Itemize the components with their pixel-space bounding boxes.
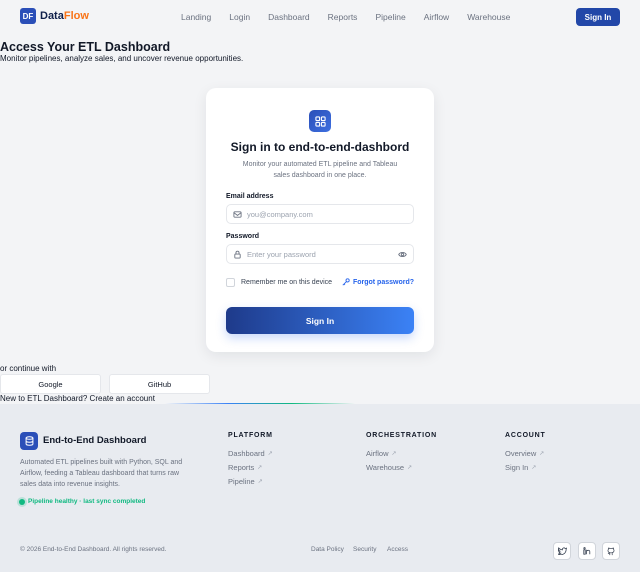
pipeline-status: Pipeline healthy · last sync completed bbox=[19, 498, 145, 505]
remember-checkbox[interactable] bbox=[226, 278, 235, 287]
top-navbar: DF DataFlow Landing Login Dashboard Repo… bbox=[0, 0, 640, 34]
footer-link-warehouse-label: Warehouse bbox=[366, 463, 405, 472]
footer-link-dashboard-label: Dashboard bbox=[228, 449, 265, 458]
logo-badge: DF bbox=[20, 8, 36, 24]
footer-link-security[interactable]: Security bbox=[353, 546, 376, 553]
forgot-password-link[interactable]: Forgot password? bbox=[342, 278, 414, 286]
site-footer: End-to-End Dashboard Automated ETL pipel… bbox=[0, 404, 640, 572]
grid-icon bbox=[309, 110, 331, 132]
github-button[interactable]: GitHub bbox=[109, 374, 210, 394]
lock-icon bbox=[234, 250, 241, 259]
footer-link-airflow[interactable]: Airflow ↗ bbox=[366, 449, 397, 458]
eye-icon[interactable] bbox=[398, 250, 407, 259]
twitter-icon[interactable] bbox=[553, 542, 571, 560]
nav-login[interactable]: Login bbox=[229, 12, 250, 22]
nav-reports[interactable]: Reports bbox=[328, 12, 358, 22]
database-icon bbox=[20, 432, 38, 450]
arrow-up-right-icon: ↗ bbox=[257, 465, 263, 471]
brand-logo[interactable]: DF DataFlow bbox=[20, 8, 89, 24]
pipeline-status-text: Pipeline healthy · last sync completed bbox=[28, 498, 146, 505]
footer-link-pipeline-label: Pipeline bbox=[228, 477, 255, 486]
brand-name: DataFlow bbox=[40, 10, 89, 22]
footer-heading-account: ACCOUNT bbox=[505, 432, 546, 439]
arrow-up-right-icon: ↗ bbox=[531, 465, 537, 471]
email-placeholder: you@company.com bbox=[247, 210, 313, 219]
google-button[interactable]: Google bbox=[0, 374, 101, 394]
password-placeholder: Enter your password bbox=[247, 250, 316, 259]
password-field[interactable]: Enter your password bbox=[226, 244, 414, 264]
submit-signin-button[interactable]: Sign In bbox=[226, 307, 414, 334]
main-nav: Landing Login Dashboard Reports Pipeline… bbox=[181, 12, 528, 22]
arrow-up-right-icon: ↗ bbox=[267, 451, 273, 457]
page-title: Access Your ETL Dashboard bbox=[0, 40, 171, 54]
nav-airflow[interactable]: Airflow bbox=[424, 12, 450, 22]
footer-link-reports-label: Reports bbox=[228, 463, 255, 472]
footer-link-dashboard[interactable]: Dashboard ↗ bbox=[228, 449, 273, 458]
footer-link-airflow-label: Airflow bbox=[366, 449, 389, 458]
nav-landing[interactable]: Landing bbox=[181, 12, 211, 22]
footer-brand: End-to-End Dashboard bbox=[43, 435, 147, 446]
key-icon bbox=[342, 278, 350, 286]
create-account-link[interactable]: Create an account bbox=[90, 394, 155, 403]
email-field[interactable]: you@company.com bbox=[226, 204, 414, 224]
login-card: Sign in to end-to-end-dashbord Monitor y… bbox=[206, 88, 434, 352]
footer-description: Automated ETL pipelines built with Pytho… bbox=[20, 459, 183, 488]
copyright: © 2026 End-to-End Dashboard. All rights … bbox=[20, 546, 167, 553]
card-title: Sign in to end-to-end-dashbord bbox=[230, 140, 410, 154]
signup-prompt-text: New to ETL Dashboard? bbox=[0, 394, 88, 403]
footer-link-reports[interactable]: Reports ↗ bbox=[228, 463, 262, 472]
footer-link-data-policy[interactable]: Data Policy bbox=[311, 546, 344, 553]
page-subtitle: Monitor pipelines, analyze sales, and un… bbox=[0, 54, 244, 63]
footer-link-warehouse[interactable]: Warehouse ↗ bbox=[366, 463, 412, 472]
footer-heading-platform: PLATFORM bbox=[228, 432, 273, 439]
footer-link-access[interactable]: Access bbox=[387, 546, 408, 553]
header-signin-button[interactable]: Sign In bbox=[576, 8, 620, 26]
mail-icon bbox=[233, 211, 242, 218]
status-dot-icon bbox=[19, 498, 25, 505]
arrow-up-right-icon: ↗ bbox=[257, 479, 263, 485]
nav-dashboard[interactable]: Dashboard bbox=[268, 12, 310, 22]
footer-heading-orchestration: ORCHESTRATION bbox=[366, 432, 437, 439]
signup-prompt: New to ETL Dashboard? Create an account bbox=[0, 394, 155, 403]
or-divider-text: or continue with bbox=[0, 364, 57, 373]
footer-link-overview-label: Overview bbox=[505, 449, 537, 458]
brand-name-accent: Flow bbox=[63, 10, 89, 22]
linkedin-icon[interactable] bbox=[578, 542, 596, 560]
arrow-up-right-icon: ↗ bbox=[407, 465, 413, 471]
footer-link-pipeline[interactable]: Pipeline ↗ bbox=[228, 477, 263, 486]
github-icon[interactable] bbox=[602, 542, 620, 560]
footer-link-overview[interactable]: Overview ↗ bbox=[505, 449, 544, 458]
email-label: Email address bbox=[226, 193, 274, 200]
nav-pipeline[interactable]: Pipeline bbox=[375, 12, 405, 22]
brand-name-main: Data bbox=[40, 10, 64, 22]
remember-row: Remember me on this device bbox=[226, 278, 332, 287]
nav-warehouse[interactable]: Warehouse bbox=[467, 12, 510, 22]
footer-link-signin[interactable]: Sign In ↗ bbox=[505, 463, 536, 472]
password-label: Password bbox=[226, 233, 260, 240]
footer-link-signin-label: Sign In bbox=[505, 463, 529, 472]
remember-label: Remember me on this device bbox=[241, 279, 333, 286]
arrow-up-right-icon: ↗ bbox=[539, 451, 545, 457]
forgot-password-label: Forgot password? bbox=[352, 278, 414, 286]
card-subtitle: Monitor your automated ETL pipeline and … bbox=[242, 161, 398, 179]
arrow-up-right-icon: ↗ bbox=[391, 451, 397, 457]
